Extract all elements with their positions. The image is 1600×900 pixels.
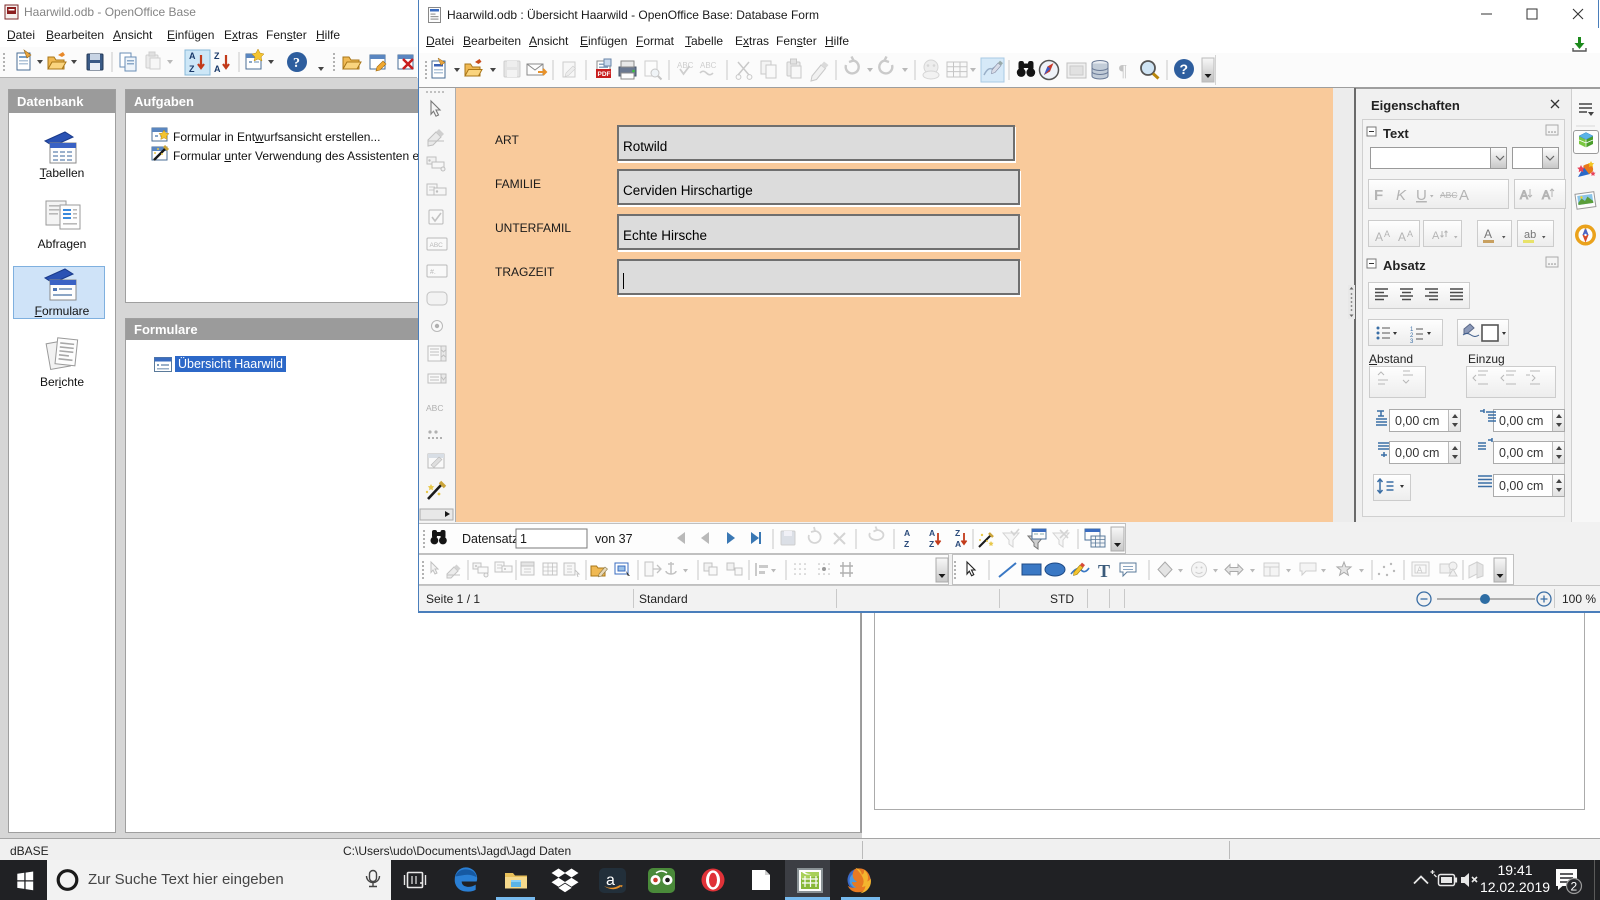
svg-text:ABC: ABC [426,403,443,413]
svg-text:A: A [904,528,910,538]
svg-text:ABC: ABC [1440,190,1457,200]
svg-text:A: A [1417,566,1423,575]
svg-text:ABC: ABC [700,61,717,70]
svg-text:ABC: ABC [677,61,694,70]
svg-text:ab: ab [1524,229,1536,241]
svg-text:Z: Z [189,64,195,74]
svg-text:3: 3 [1410,339,1414,345]
svg-text:Z: Z [214,51,220,61]
svg-text:A: A [929,528,935,538]
svg-text:#.: #. [430,269,436,276]
svg-text:T: T [1098,561,1110,581]
svg-text:?: ? [293,56,300,71]
svg-text:1: 1 [520,532,527,546]
svg-text:Datensatz: Datensatz [462,532,518,546]
svg-text:PDF: PDF [598,71,611,78]
svg-text:A: A [214,64,221,74]
svg-text:U: U [1416,187,1427,204]
svg-text:?: ? [1180,61,1189,77]
svg-text:A: A [189,51,196,61]
svg-text:A: A [1407,229,1413,239]
svg-text:¶: ¶ [1119,61,1127,80]
svg-text:A: A [1398,230,1406,244]
svg-text:a: a [606,872,615,889]
svg-text:Z: Z [929,539,934,549]
svg-text:A: A [1375,230,1383,244]
svg-text:K: K [1396,187,1407,204]
svg-text:A: A [1542,188,1550,202]
svg-text:2: 2 [1571,880,1578,894]
svg-text:A: A [1432,230,1440,242]
svg-text:F: F [1374,187,1383,204]
svg-text:A: A [1484,227,1492,241]
svg-text:Z: Z [955,528,960,538]
svg-text:A: A [955,539,961,549]
svg-text:ABC: ABC [430,242,444,249]
svg-text:Z: Z [904,539,909,549]
svg-text:A: A [1384,229,1390,239]
svg-text:A: A [1459,187,1469,204]
svg-text:A: A [1520,188,1528,202]
svg-text:von 37: von 37 [595,532,633,546]
